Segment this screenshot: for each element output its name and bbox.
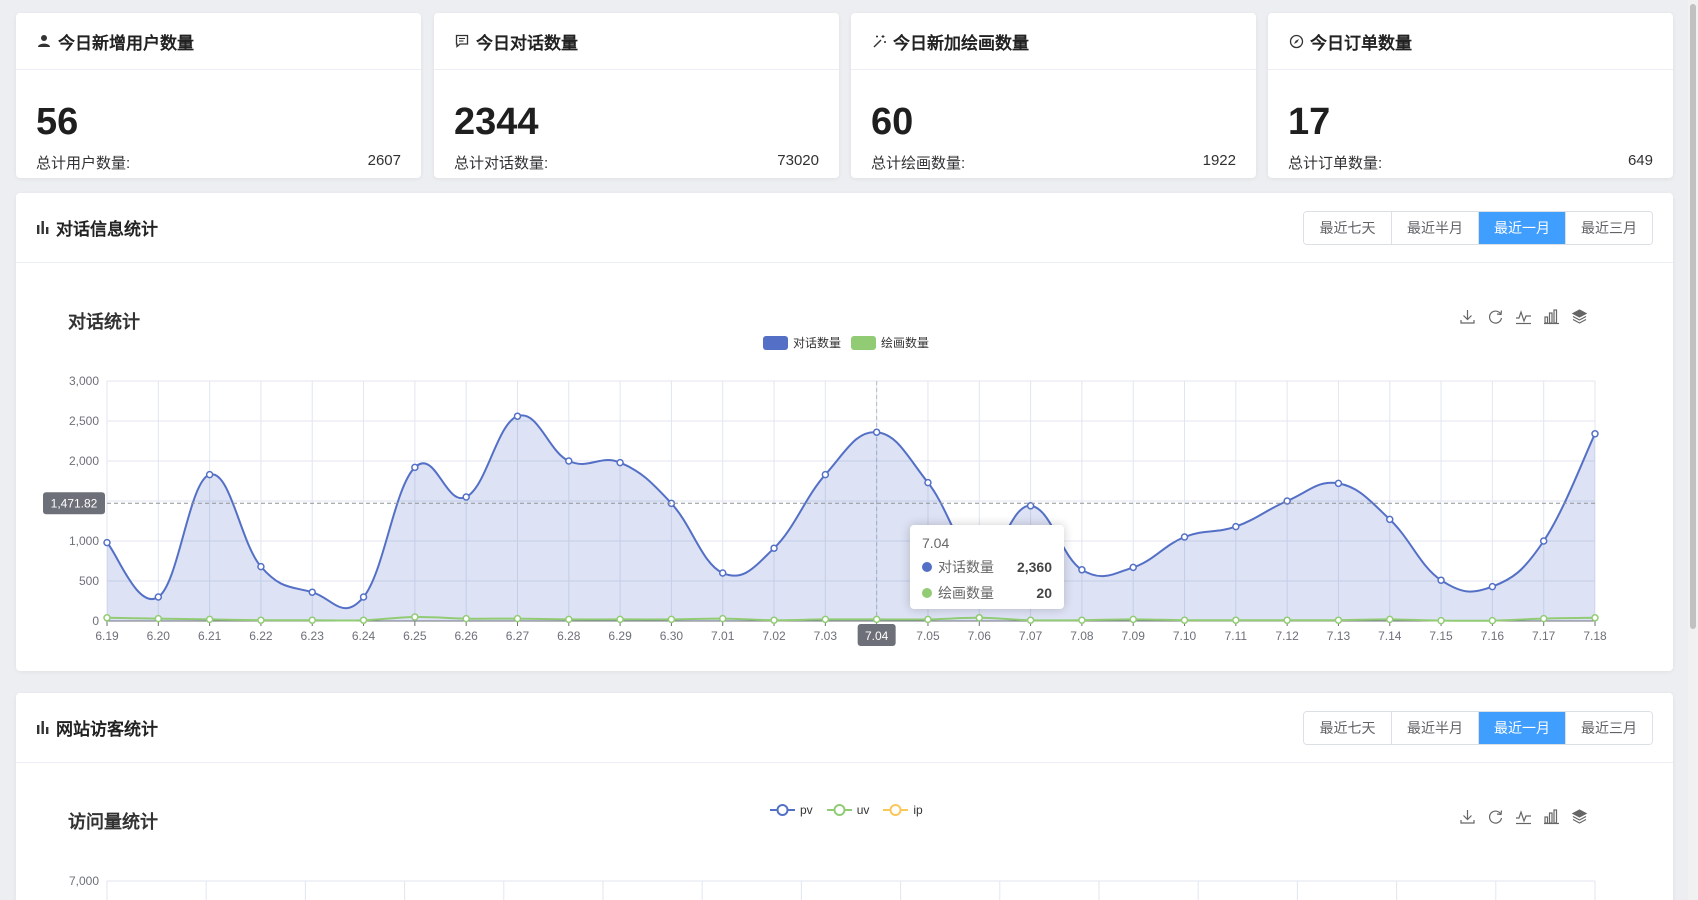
stat-card-total-value: 73020 (777, 152, 819, 169)
visitor-chart-legend: pv uv ip (770, 803, 923, 817)
stat-card-title: 今日订单数量 (1310, 33, 1412, 53)
legend-label: pv (800, 803, 813, 817)
scrollbar-thumb[interactable] (1690, 4, 1696, 629)
panel-title: 对话信息统计 (36, 215, 158, 240)
legend-label: 绘画数量 (881, 336, 930, 350)
stat-card-dialogs: 今日对话数量 2344 总计对话数量: 73020 (434, 13, 839, 178)
stat-card-total: 总计订单数量: 649 (1288, 152, 1653, 173)
tooltip-series-name: 绘画数量 (938, 585, 994, 601)
tooltip-value: 2,360 (1016, 559, 1052, 575)
stat-card-value: 17 (1288, 101, 1331, 143)
stat-card-header: 今日新加绘画数量 (851, 13, 1256, 70)
legend-item-uv[interactable]: uv (826, 803, 870, 817)
legend-label: 对话数量 (793, 336, 842, 350)
range-button-half-month[interactable]: 最近半月 (1391, 711, 1478, 744)
dialog-chart-legend: 对话数量 绘画数量 (763, 334, 929, 351)
message-icon (454, 33, 470, 49)
refresh-icon[interactable] (1486, 307, 1505, 326)
legend-item-drawings[interactable]: 绘画数量 (851, 334, 929, 351)
range-button-group: 最近七天 最近半月 最近一月 最近三月 (1303, 210, 1653, 245)
chart-tooltip: 7.04 对话数量 2,360 绘画数量 20 (910, 525, 1064, 609)
stack-icon[interactable] (1570, 307, 1589, 326)
bar-chart-icon (36, 221, 50, 234)
stat-card-drawings: 今日新加绘画数量 60 总计绘画数量: 1922 (851, 13, 1256, 178)
download-icon[interactable] (1458, 307, 1477, 326)
tooltip-dot (922, 588, 932, 598)
refresh-icon[interactable] (1486, 807, 1505, 826)
user-icon (36, 33, 52, 49)
line-chart-icon[interactable] (1514, 307, 1533, 326)
range-button-half-month[interactable]: 最近半月 (1391, 211, 1478, 244)
legend-item-ip[interactable]: ip (883, 803, 923, 817)
stat-card-total-label: 总计对话数量: (454, 155, 549, 172)
stat-card-value: 56 (36, 101, 79, 143)
visitor-chart-title: 访问量统计 (68, 812, 158, 832)
stat-card-header: 今日对话数量 (434, 13, 839, 70)
bar-chart-icon[interactable] (1542, 307, 1561, 326)
magic-icon (871, 33, 887, 49)
dialog-stats-panel: 对话信息统计 最近七天 最近半月 最近一月 最近三月 (16, 193, 1673, 671)
range-button-group: 最近七天 最近半月 最近一月 最近三月 (1303, 710, 1653, 745)
legend-label: ip (913, 803, 923, 817)
tooltip-value: 20 (1036, 585, 1052, 601)
stat-card-value: 2344 (454, 101, 539, 143)
legend-label: uv (856, 803, 870, 817)
tooltip-series-name: 对话数量 (938, 559, 994, 575)
stat-card-total-value: 2607 (367, 152, 401, 169)
range-button-3months[interactable]: 最近三月 (1565, 211, 1652, 244)
legend-swatch (826, 804, 852, 816)
legend-swatch (851, 335, 877, 350)
range-button-month[interactable]: 最近一月 (1478, 211, 1565, 244)
compass-icon (1288, 33, 1304, 49)
stat-card-users: 今日新增用户数量 56 总计用户数量: 2607 (16, 13, 421, 178)
stat-card-total-value: 1922 (1202, 152, 1236, 169)
stat-card-total-value: 649 (1627, 152, 1653, 169)
panel-title-text: 网站访客统计 (56, 720, 158, 739)
stat-card-value: 60 (871, 101, 914, 143)
stat-card-total: 总计用户数量: 2607 (36, 152, 401, 173)
dialog-chart-title: 对话统计 (68, 312, 140, 332)
stat-card-header: 今日新增用户数量 (16, 13, 421, 70)
line-chart-icon[interactable] (1514, 807, 1533, 826)
download-icon[interactable] (1458, 807, 1477, 826)
legend-item-dialogs[interactable]: 对话数量 (763, 334, 841, 351)
stat-card-orders: 今日订单数量 17 总计订单数量: 649 (1268, 13, 1673, 178)
stat-card-total: 总计绘画数量: 1922 (871, 152, 1236, 173)
stat-card-total-label: 总计订单数量: (1288, 155, 1383, 172)
stat-card-total: 总计对话数量: 73020 (454, 152, 819, 173)
visitor-stats-panel: 网站访客统计 最近七天 最近半月 最近一月 最近三月 (16, 693, 1673, 900)
page-scrollbar[interactable] (1688, 0, 1698, 900)
bar-chart-icon (36, 721, 50, 734)
bar-chart-icon[interactable] (1542, 807, 1561, 826)
tooltip-dot (922, 562, 932, 572)
panel-header: 对话信息统计 最近七天 最近半月 最近一月 最近三月 (16, 193, 1673, 263)
stack-icon[interactable] (1570, 807, 1589, 826)
legend-swatch (883, 804, 909, 816)
tooltip-row: 对话数量 2,360 (922, 557, 1052, 577)
stat-card-total-label: 总计用户数量: (36, 155, 131, 172)
range-button-3months[interactable]: 最近三月 (1565, 711, 1652, 744)
legend-swatch (763, 335, 788, 350)
stat-card-header: 今日订单数量 (1268, 13, 1673, 70)
range-button-7days[interactable]: 最近七天 (1304, 711, 1391, 744)
stat-card-total-label: 总计绘画数量: (871, 155, 966, 172)
stat-card-title: 今日新加绘画数量 (893, 33, 1029, 53)
panel-title: 网站访客统计 (36, 715, 158, 740)
legend-swatch (770, 804, 795, 816)
legend-item-pv[interactable]: pv (770, 803, 813, 817)
dialog-chart-toolbox (1458, 307, 1589, 326)
range-button-7days[interactable]: 最近七天 (1304, 211, 1391, 244)
stat-card-title: 今日新增用户数量 (58, 33, 194, 53)
tooltip-row: 绘画数量 20 (922, 583, 1052, 603)
tooltip-title: 7.04 (922, 535, 950, 551)
visitor-chart-toolbox (1458, 807, 1589, 826)
stat-card-title: 今日对话数量 (476, 33, 578, 53)
panel-title-text: 对话信息统计 (56, 220, 158, 239)
range-button-month[interactable]: 最近一月 (1478, 711, 1565, 744)
panel-header: 网站访客统计 最近七天 最近半月 最近一月 最近三月 (16, 693, 1673, 763)
